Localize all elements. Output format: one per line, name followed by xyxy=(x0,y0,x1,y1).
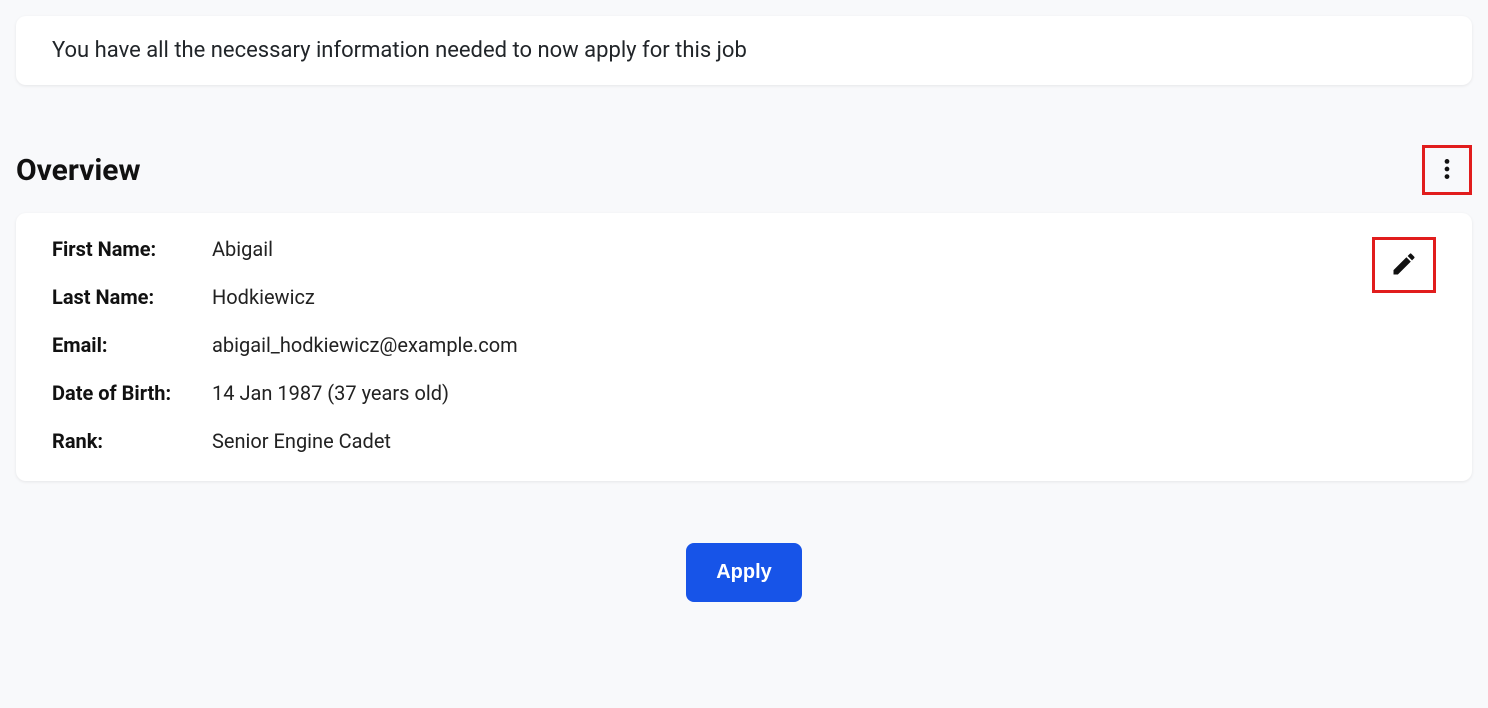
field-row: Last Name: Hodkiewicz xyxy=(52,285,1436,309)
section-header: Overview xyxy=(16,145,1472,195)
field-value: abigail_hodkiewicz@example.com xyxy=(212,333,518,357)
field-value: Abigail xyxy=(212,237,273,261)
section-title: Overview xyxy=(16,153,141,188)
field-row: Date of Birth: 14 Jan 1987 (37 years old… xyxy=(52,381,1436,405)
field-label: Rank: xyxy=(52,429,212,453)
overview-card: First Name: Abigail Last Name: Hodkiewic… xyxy=(16,213,1472,481)
pencil-icon xyxy=(1390,250,1418,281)
field-label: Date of Birth: xyxy=(52,381,212,405)
field-list: First Name: Abigail Last Name: Hodkiewic… xyxy=(16,213,1472,481)
field-row: Email: abigail_hodkiewicz@example.com xyxy=(52,333,1436,357)
field-row: Rank: Senior Engine Cadet xyxy=(52,429,1436,453)
field-value: Hodkiewicz xyxy=(212,285,315,309)
info-banner: You have all the necessary information n… xyxy=(16,16,1472,85)
field-value: Senior Engine Cadet xyxy=(212,429,391,453)
field-label: Last Name: xyxy=(52,285,212,309)
field-label: Email: xyxy=(52,333,212,357)
more-vertical-icon xyxy=(1434,156,1460,185)
edit-overview-button[interactable] xyxy=(1372,237,1436,293)
info-banner-text: You have all the necessary information n… xyxy=(52,38,747,63)
more-options-button[interactable] xyxy=(1422,145,1472,195)
field-label: First Name: xyxy=(52,237,212,261)
field-value: 14 Jan 1987 (37 years old) xyxy=(212,381,449,405)
field-row: First Name: Abigail xyxy=(52,237,1436,261)
apply-button[interactable]: Apply xyxy=(686,543,802,602)
apply-button-container: Apply xyxy=(16,543,1472,602)
